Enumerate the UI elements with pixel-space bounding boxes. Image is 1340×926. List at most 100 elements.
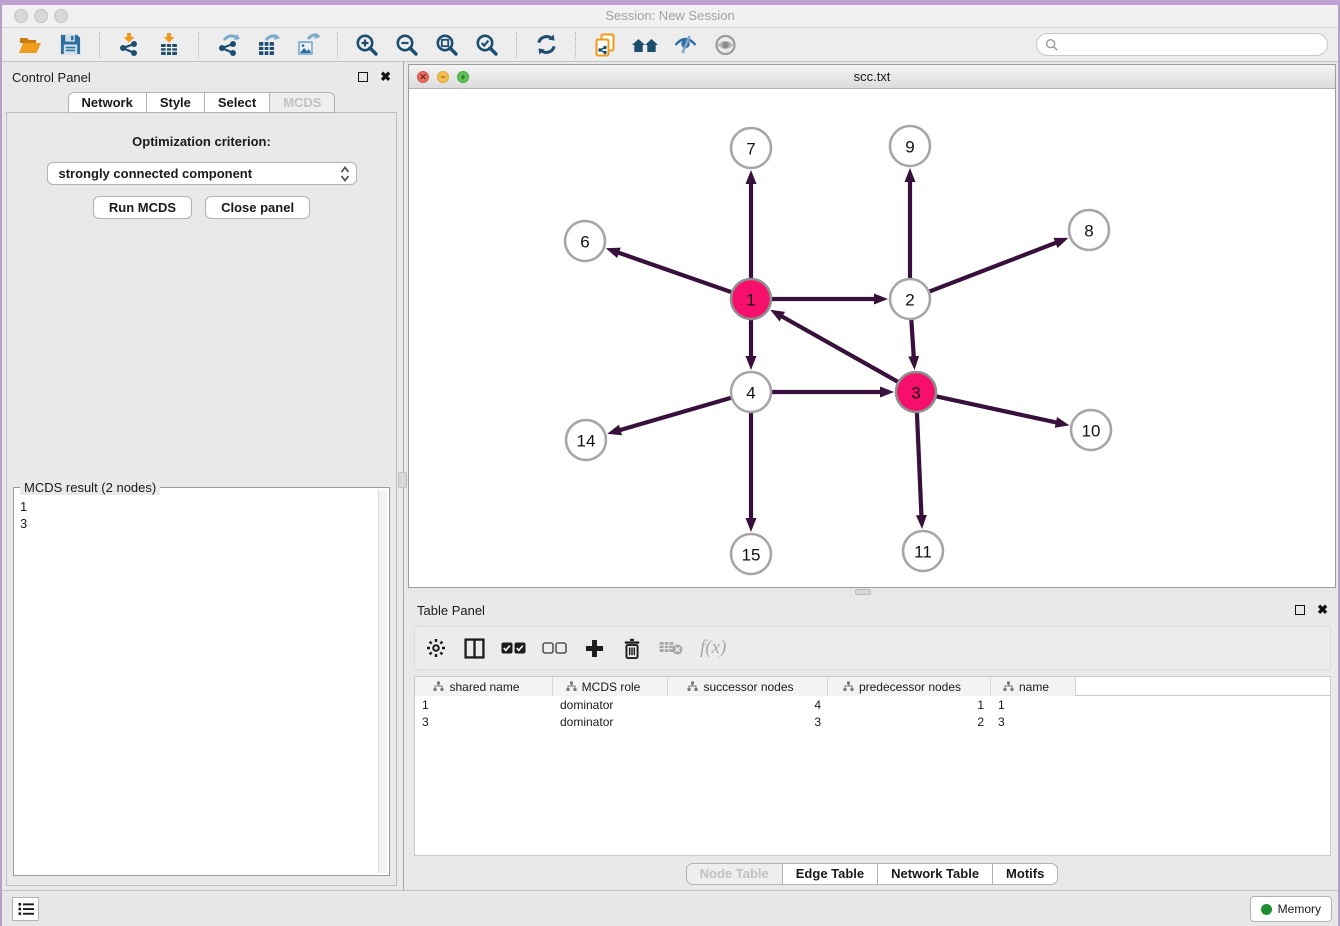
control-panel-title: Control Panel xyxy=(12,70,91,85)
import-network-button[interactable] xyxy=(114,31,144,59)
search-input[interactable] xyxy=(1059,37,1319,52)
zoom-in-icon xyxy=(355,33,379,57)
graph-node-label: 9 xyxy=(905,138,914,157)
criterion-dropdown[interactable]: strongly connected component xyxy=(47,162,357,185)
graph-node-15[interactable]: 15 xyxy=(731,534,771,574)
column-header-name[interactable]: name xyxy=(991,677,1076,696)
toolbar-separator xyxy=(516,32,517,58)
delete-table-button[interactable] xyxy=(659,634,684,662)
column-header-MCDS-role[interactable]: MCDS role xyxy=(553,677,668,696)
float-panel-icon[interactable] xyxy=(358,72,368,82)
delete-column-button[interactable] xyxy=(621,634,643,662)
export-image-icon xyxy=(296,33,320,57)
run-mcds-button[interactable]: Run MCDS xyxy=(93,196,192,219)
mcds-result-line: 1 xyxy=(20,498,373,515)
table-row[interactable]: 3dominator323 xyxy=(415,713,1330,730)
graph-node-label: 11 xyxy=(914,543,932,562)
tab-network-table[interactable]: Network Table xyxy=(877,863,993,885)
graph-edge-4-14[interactable] xyxy=(620,398,731,430)
graph-node-9[interactable]: 9 xyxy=(890,126,930,166)
zoom-selected-button[interactable] xyxy=(472,31,502,59)
gear-icon xyxy=(426,638,446,658)
mcds-result-list[interactable]: 13 xyxy=(16,496,377,873)
graph-node-1[interactable]: 1 xyxy=(731,279,771,319)
table-panel: Table Panel ✖ xyxy=(405,595,1340,890)
close-panel-button[interactable]: Close panel xyxy=(205,196,310,219)
table-row[interactable]: 1dominator411 xyxy=(415,696,1330,713)
panel-splitter-grip[interactable] xyxy=(398,472,407,488)
houses-icon xyxy=(631,34,659,56)
graph-edge-2-8[interactable] xyxy=(930,243,1057,292)
search-field[interactable] xyxy=(1036,33,1328,56)
network-canvas[interactable]: 7 9 6 8 1 2 4 3 14 10 15 11 xyxy=(409,90,1335,587)
graph-edge-2-3[interactable] xyxy=(911,320,913,357)
tab-style[interactable]: Style xyxy=(146,92,205,113)
titlebar[interactable]: Session: New Session xyxy=(0,5,1340,28)
refresh-icon xyxy=(535,33,558,56)
tab-edge-table[interactable]: Edge Table xyxy=(782,863,878,885)
hierarchy-home-button[interactable] xyxy=(630,31,660,59)
optimization-criterion-label: Optimization criterion: xyxy=(7,134,396,149)
graph-node-11[interactable]: 11 xyxy=(903,531,943,571)
chevron-up-down-icon xyxy=(340,166,350,182)
select-all-columns-button[interactable] xyxy=(501,634,526,662)
export-table-button[interactable] xyxy=(253,31,283,59)
save-session-button[interactable] xyxy=(55,31,85,59)
zoom-fit-button[interactable] xyxy=(432,31,462,59)
column-label: name xyxy=(1019,680,1049,694)
add-column-button[interactable] xyxy=(583,634,605,662)
graph-edge-1-6[interactable] xyxy=(618,253,731,293)
apply-layout-button[interactable] xyxy=(531,31,561,59)
trash-icon xyxy=(622,638,642,659)
export-image-button[interactable] xyxy=(293,31,323,59)
column-header-successor-nodes[interactable]: successor nodes xyxy=(668,677,828,696)
eye-icon xyxy=(713,33,738,57)
graph-node-14[interactable]: 14 xyxy=(566,420,606,460)
clone-network-button[interactable] xyxy=(590,31,620,59)
show-graphics-details-button[interactable] xyxy=(710,31,740,59)
export-network-button[interactable] xyxy=(213,31,243,59)
tab-motifs[interactable]: Motifs xyxy=(992,863,1058,885)
zoom-out-button[interactable] xyxy=(392,31,422,59)
column-header-shared-name[interactable]: shared name xyxy=(415,677,553,696)
save-floppy-icon xyxy=(59,33,82,56)
network-window-titlebar[interactable]: ✕ − + scc.txt xyxy=(409,65,1335,89)
graph-node-8[interactable]: 8 xyxy=(1069,210,1109,250)
deselect-all-columns-button[interactable] xyxy=(542,634,567,662)
graph-node-label: 7 xyxy=(746,140,755,159)
graph-edge-3-10[interactable] xyxy=(937,396,1057,422)
graph-node-label: 15 xyxy=(742,546,761,565)
mcds-result-group: MCDS result (2 nodes) 13 xyxy=(13,487,390,876)
tab-mcds[interactable]: MCDS xyxy=(269,92,335,113)
graph-node-label: 14 xyxy=(577,432,596,451)
tab-select[interactable]: Select xyxy=(204,92,270,113)
export-table-icon xyxy=(256,33,280,57)
graph-node-3[interactable]: 3 xyxy=(896,372,936,412)
graph-node-6[interactable]: 6 xyxy=(565,221,605,261)
graph-node-4[interactable]: 4 xyxy=(731,372,771,412)
graph-node-7[interactable]: 7 xyxy=(731,128,771,168)
memory-button[interactable]: Memory xyxy=(1250,896,1332,922)
float-table-panel-icon[interactable] xyxy=(1295,605,1305,615)
close-panel-icon[interactable]: ✖ xyxy=(380,72,391,82)
result-scrollbar[interactable] xyxy=(378,490,387,873)
table-cell: 1 xyxy=(991,698,1076,712)
function-builder-button[interactable]: f(x) xyxy=(700,634,726,662)
graph-edge-3-1[interactable] xyxy=(781,316,897,382)
import-table-button[interactable] xyxy=(154,31,184,59)
graph-node-2[interactable]: 2 xyxy=(890,279,930,319)
close-table-panel-icon[interactable]: ✖ xyxy=(1317,605,1328,615)
column-header-predecessor-nodes[interactable]: predecessor nodes xyxy=(828,677,991,696)
task-history-button[interactable] xyxy=(12,897,39,921)
hide-graphics-details-button[interactable] xyxy=(670,31,700,59)
open-session-button[interactable] xyxy=(15,31,45,59)
tab-network[interactable]: Network xyxy=(68,92,147,113)
graph-node-label: 10 xyxy=(1082,422,1101,441)
graph-edge-3-11[interactable] xyxy=(917,413,922,516)
graph-node-10[interactable]: 10 xyxy=(1071,410,1111,450)
tab-node-table[interactable]: Node Table xyxy=(686,863,783,885)
zoom-in-button[interactable] xyxy=(352,31,382,59)
split-columns-button[interactable] xyxy=(463,634,485,662)
table-settings-button[interactable] xyxy=(425,634,447,662)
node-table: shared nameMCDS rolesuccessor nodesprede… xyxy=(414,676,1331,856)
